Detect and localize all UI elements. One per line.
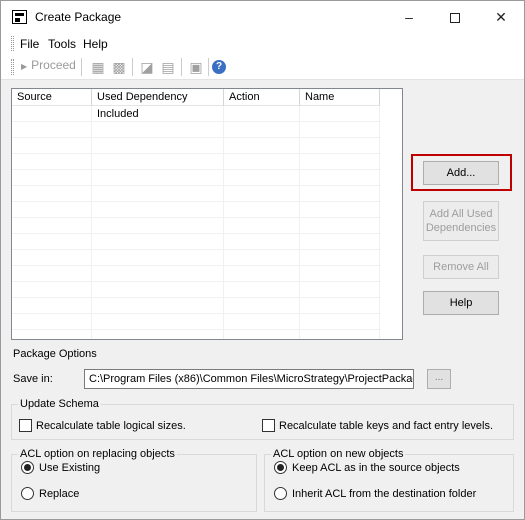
column-name[interactable]: Name	[300, 89, 380, 106]
grid-line	[12, 329, 381, 330]
package-options-label: Package Options	[13, 348, 97, 360]
list-grid	[12, 106, 402, 339]
package-open-icon[interactable]: ▩	[111, 59, 127, 75]
recalc-logical-label[interactable]: Recalculate table logical sizes.	[36, 420, 186, 432]
grid-line	[91, 106, 92, 339]
create-package-window: Create Package – ✕ File Tools Help ▶ Proc…	[0, 0, 525, 520]
grid-line	[12, 313, 381, 314]
add-all-used-label-line1: Add All Used	[429, 208, 493, 220]
grid-line	[12, 249, 381, 250]
replace-label[interactable]: Replace	[39, 488, 79, 500]
title-bar: Create Package – ✕	[1, 1, 524, 33]
grid-line	[223, 106, 224, 339]
grid-line	[12, 153, 381, 154]
inherit-acl-label[interactable]: Inherit ACL from the destination folder	[292, 488, 476, 500]
grid-line	[12, 137, 381, 138]
acl-new-title: ACL option on new objects	[271, 448, 406, 460]
minimize-button[interactable]: –	[386, 1, 432, 33]
toolbar-separator	[81, 58, 82, 76]
grid-line	[12, 297, 381, 298]
toolbar-separator	[208, 58, 209, 76]
window-icon[interactable]: ▣	[188, 59, 204, 75]
menu-tools[interactable]: Tools	[48, 37, 76, 51]
package-icon[interactable]: ▦	[90, 59, 106, 75]
column-source[interactable]: Source	[12, 89, 92, 106]
toolbar: ▶ Proceed ▦ ▩ ◪ ▤ ▣ ?	[1, 54, 524, 80]
recalc-keys-checkbox[interactable]	[262, 419, 275, 432]
toolbar-separator	[132, 58, 133, 76]
grid-line	[299, 106, 300, 339]
grid-line	[12, 265, 381, 266]
add-all-used-label-line2: Dependencies	[425, 222, 497, 234]
keep-acl-label[interactable]: Keep ACL as in the source objects	[292, 462, 460, 474]
grid-line	[12, 217, 381, 218]
help-button[interactable]: Help	[423, 291, 499, 315]
window-title: Create Package	[35, 10, 122, 24]
close-button[interactable]: ✕	[478, 1, 524, 33]
grid-line	[12, 281, 381, 282]
proceed-label: Proceed	[31, 58, 76, 72]
acl-replacing-title: ACL option on replacing objects	[18, 448, 177, 460]
recalc-keys-label[interactable]: Recalculate table keys and fact entry le…	[279, 420, 493, 432]
recalc-logical-checkbox[interactable]	[19, 419, 32, 432]
menu-help[interactable]: Help	[83, 37, 108, 51]
keep-acl-radio[interactable]	[274, 461, 287, 474]
menu-file[interactable]: File	[20, 37, 39, 51]
toolbar-separator	[181, 58, 182, 76]
grid-line	[12, 169, 381, 170]
column-used-dependency[interactable]: Used Dependency Included	[92, 89, 224, 120]
proceed-button[interactable]: ▶ Proceed	[21, 58, 76, 76]
maximize-button[interactable]	[432, 1, 478, 33]
add-all-used-dependencies-button[interactable]: Add All Used Dependencies	[423, 201, 499, 241]
save-in-path-input[interactable]: C:\Program Files (x86)\Common Files\Micr…	[84, 369, 414, 389]
browse-button[interactable]: ...	[427, 369, 451, 389]
grid-line	[12, 185, 381, 186]
grid-line	[379, 106, 380, 339]
save-in-label: Save in:	[13, 373, 53, 385]
maximize-icon	[450, 13, 460, 24]
grid-line	[12, 121, 381, 122]
play-icon: ▶	[21, 62, 28, 71]
export-icon[interactable]: ◪	[139, 59, 155, 75]
add-button[interactable]: Add...	[423, 161, 499, 185]
inherit-acl-radio[interactable]	[274, 487, 287, 500]
update-schema-title: Update Schema	[18, 398, 101, 410]
menu-grip	[11, 36, 14, 51]
help-icon[interactable]: ?	[212, 60, 226, 74]
replace-radio[interactable]	[21, 487, 34, 500]
package-objects-list[interactable]: Source Used Dependency Included Action N…	[11, 88, 403, 340]
grid-line	[12, 201, 381, 202]
remove-all-button[interactable]: Remove All	[423, 255, 499, 279]
list-header: Source Used Dependency Included Action N…	[12, 89, 402, 120]
use-existing-label[interactable]: Use Existing	[39, 462, 100, 474]
document-icon[interactable]: ▤	[160, 59, 176, 75]
menu-bar: File Tools Help	[1, 33, 524, 54]
grid-line	[12, 233, 381, 234]
column-action[interactable]: Action	[224, 89, 300, 106]
toolbar-grip	[11, 59, 14, 75]
use-existing-radio[interactable]	[21, 461, 34, 474]
app-icon	[12, 10, 27, 24]
